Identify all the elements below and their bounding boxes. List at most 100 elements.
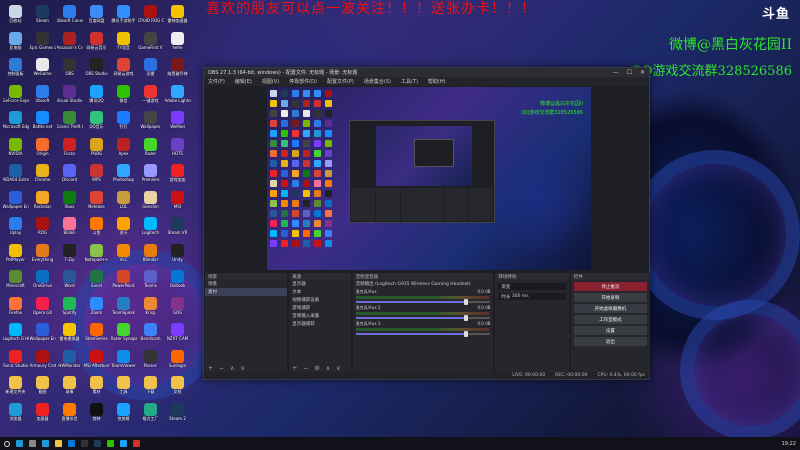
desktop-icon[interactable]: GeForce Experience (2, 84, 29, 111)
desktop-icon[interactable]: Outlook (164, 269, 191, 296)
desktop-icon[interactable]: Visual Studio (56, 84, 83, 111)
desktop-icon[interactable]: 一键游戏 (137, 84, 164, 111)
menu-file[interactable]: 文件(F) (208, 78, 225, 85)
desktop-icon[interactable]: PotPlayer (2, 243, 29, 270)
desktop-icon[interactable]: OBS (56, 57, 83, 84)
obs-titlebar[interactable]: OBS 27.1.3 (64-bit, windows) - 配置文件: 无标题… (204, 68, 649, 77)
obs-icon[interactable] (81, 440, 88, 447)
studio-mode-button[interactable]: 工作室模式 (573, 315, 648, 324)
obs-preview-canvas[interactable]: 微博@黑白灰花园II QQ游戏交流群328526586 (267, 87, 591, 270)
exit-button[interactable]: 退出 (573, 337, 648, 346)
desktop-icon[interactable]: Grand Theft Auto V (56, 110, 83, 137)
desktop-icon[interactable]: Opera GX (29, 296, 56, 323)
desktop-icon[interactable]: 腾讯QQ (83, 84, 110, 111)
desktop-icon[interactable]: Photoshop (110, 163, 137, 190)
settings-button[interactable]: 设置 (573, 326, 648, 335)
menu-profile[interactable]: 配置文件(P) (327, 78, 354, 85)
steam-icon[interactable] (94, 440, 101, 447)
qq-icon[interactable] (120, 440, 127, 447)
desktop-icon[interactable]: 截图 (29, 375, 56, 402)
desktop-icon[interactable]: Everything (29, 243, 56, 270)
desktop-icon[interactable]: SteelSeries (83, 322, 110, 349)
desktop-icon[interactable]: Adobe Lightroom (164, 84, 191, 111)
desktop-icon[interactable]: Armoury Crate (29, 349, 56, 376)
desktop-icon[interactable]: 迅雷 (137, 57, 164, 84)
desktop-icon[interactable]: Krisp (137, 296, 164, 323)
close-button[interactable]: ✕ (640, 69, 645, 76)
menu-help[interactable]: 帮助(H) (428, 78, 446, 85)
desktop-icon[interactable]: GameFirst V (137, 31, 164, 58)
desktop-icon[interactable]: MSI (164, 190, 191, 217)
desktop-icon[interactable]: Bilibili (56, 216, 83, 243)
desktop-icon[interactable]: 新建文件夹 (2, 375, 29, 402)
desktop-icon[interactable]: GOG (164, 296, 191, 323)
virtual-camera-button[interactable]: 开始虚拟摄像机 (573, 304, 648, 313)
desktop-icon[interactable]: 雷电模拟器 (56, 322, 83, 349)
desktop-icon[interactable]: PowerPoint (110, 269, 137, 296)
netease-icon[interactable] (133, 440, 140, 447)
desktop-icon[interactable]: 虎牙 (110, 216, 137, 243)
search-icon[interactable] (4, 440, 10, 447)
minimize-button[interactable]: — (613, 69, 619, 76)
explorer-icon[interactable] (55, 440, 62, 447)
desktop-icon[interactable]: CPUID ROG CPU-Z (137, 4, 164, 31)
transition-type-select[interactable]: 渐变 (498, 283, 566, 290)
source-item[interactable]: 显示器捕获 (289, 320, 350, 328)
desktop-icon[interactable]: Wallpaper Engine 壁纸 (29, 322, 56, 349)
move-source-up-button[interactable]: ∧ (326, 365, 330, 372)
desktop-icon[interactable]: Teams (137, 269, 164, 296)
desktop-icon[interactable]: Blender (137, 243, 164, 270)
desktop-icon[interactable]: 游戏加加 (164, 163, 191, 190)
desktop-icon[interactable]: 雷神加速器 (164, 4, 191, 31)
desktop-icon[interactable]: Genshin (137, 190, 164, 217)
desktop-icon[interactable]: TeamViewer (110, 349, 137, 376)
desktop-icon[interactable]: 腾讯手游助手 (110, 4, 137, 31)
desktop-icon[interactable]: Minecraft (2, 269, 29, 296)
volume-slider[interactable] (355, 331, 491, 337)
volume-slider[interactable] (355, 299, 491, 305)
desktop-icon[interactable]: MSI Afterburner (83, 349, 110, 376)
desktop-icon[interactable]: 钉钉 (110, 110, 137, 137)
desktop-icon[interactable]: Premiere (137, 163, 164, 190)
add-source-button[interactable]: + (292, 365, 297, 372)
desktop-icon[interactable]: 工具 (110, 375, 137, 402)
desktop-icon[interactable]: 素材 (83, 375, 110, 402)
desktop-icon[interactable]: YY语音 (110, 31, 137, 58)
maximize-button[interactable]: ☐ (627, 69, 632, 76)
desktop-icon[interactable]: Wallpaper Engine (2, 190, 29, 217)
desktop-icon[interactable]: Razer (137, 137, 164, 164)
desktop-icon[interactable]: LOL (110, 190, 137, 217)
desktop-icon[interactable]: Epic Games Launcher (29, 31, 56, 58)
menu-edit[interactable]: 编辑(E) (235, 78, 252, 85)
desktop-icon[interactable]: PUBG (83, 137, 110, 164)
add-scene-button[interactable]: + (208, 365, 213, 372)
wechat-icon[interactable] (107, 440, 114, 447)
move-scene-down-button[interactable]: ∨ (240, 365, 244, 372)
desktop-icon[interactable]: Battle.net (29, 110, 56, 137)
desktop-icon[interactable]: Assassin's Creed (56, 31, 83, 58)
desktop-icon[interactable]: WeMod (164, 110, 191, 137)
desktop-icon[interactable]: hehe (164, 31, 191, 58)
desktop-icon[interactable]: 下载 (137, 375, 164, 402)
desktop-icon[interactable]: NZXT CAM (164, 322, 191, 349)
desktop-icon[interactable]: Logitech G HUB (2, 322, 29, 349)
desktop-icon[interactable]: 此电脑 (2, 31, 29, 58)
desktop-icon[interactable]: 百度网盘 (83, 4, 110, 31)
volume-knob[interactable] (464, 331, 469, 337)
desktop-icon[interactable]: Word (56, 269, 83, 296)
transition-duration-field[interactable]: 时长 300 ms (498, 293, 566, 300)
desktop-icon[interactable]: Razer Synapse (110, 322, 137, 349)
desktop-icon[interactable]: 直播伴侣 (56, 402, 83, 429)
desktop-icon[interactable]: Apex (110, 137, 137, 164)
stop-streaming-button[interactable]: 停止推流 (573, 282, 648, 291)
desktop-icon[interactable]: QQ音乐 (83, 110, 110, 137)
volume-knob[interactable] (464, 299, 469, 305)
desktop-icon[interactable]: AIDA64 Extreme (2, 163, 29, 190)
desktop-icon[interactable]: VLC (110, 243, 137, 270)
desktop-icon[interactable]: Xbox (56, 190, 83, 217)
menu-view[interactable]: 视图(V) (262, 78, 279, 85)
desktop-icon[interactable]: HOTS (164, 137, 191, 164)
desktop-icon[interactable]: Unity (164, 243, 191, 270)
desktop-icon[interactable]: Discord (56, 163, 83, 190)
start-icon[interactable] (16, 440, 23, 447)
